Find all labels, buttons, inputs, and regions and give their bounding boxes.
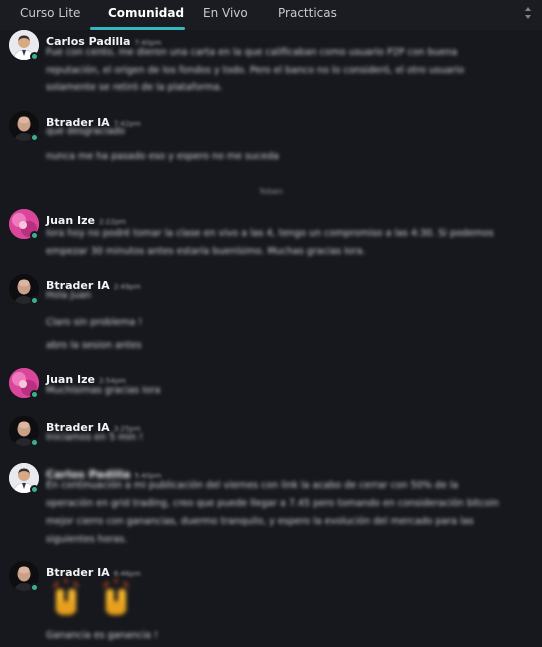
- online-status-dot: [30, 296, 39, 305]
- online-status-dot: [30, 485, 39, 494]
- message-text: siguientes horas.: [46, 534, 128, 545]
- message-time: 6:46pm: [113, 570, 141, 578]
- message-text: empezar 30 minutos antes estaría buenísi…: [46, 246, 366, 257]
- message-text: Iora hoy no podré tomar la clase en vivo…: [46, 228, 494, 239]
- message-text: solamente se retiró de la plataforma.: [46, 82, 223, 93]
- message-text: abro la sesion antes: [46, 340, 142, 351]
- online-status-dot: [30, 231, 39, 240]
- message-text: que desgraciado: [46, 126, 126, 137]
- online-status-dot: [30, 52, 39, 61]
- message-text: mejor cierro con ganancias, duermo tranq…: [46, 516, 474, 527]
- raising-hands-emoji-icon: [53, 579, 129, 615]
- message-text: Hola Juan: [46, 290, 92, 301]
- tab-practticas[interactable]: Practticas: [278, 6, 337, 20]
- message-header: Btrader IA 6:46pm: [46, 561, 141, 580]
- message-text: Iniciamos en 5 min !: [46, 432, 143, 443]
- online-status-dot: [30, 133, 39, 142]
- tab-comunidad[interactable]: Comunidad: [108, 6, 184, 20]
- message-text: Muchísimas gracias Iora: [46, 385, 161, 396]
- scroll-arrows-icon[interactable]: [523, 5, 533, 21]
- message-text: Claro sin problema !: [46, 317, 143, 328]
- date-divider: Yoben: [259, 187, 283, 196]
- message-text: Ganancia es ganancia !: [46, 630, 158, 641]
- message-text: reputación, el origen de los fondos y to…: [46, 65, 465, 76]
- chat-feed[interactable]: Carlos Padilla 7:40pm Fue con cento, me d…: [0, 30, 542, 647]
- online-status-dot: [30, 390, 39, 399]
- tab-en-vivo[interactable]: En Vivo: [203, 6, 248, 20]
- tab-bar: Curso Lite Comunidad En Vivo Practticas: [0, 0, 542, 30]
- tab-curso-lite[interactable]: Curso Lite: [20, 6, 80, 20]
- message-text: Fue con cento, me dieron una carta en la…: [46, 47, 458, 58]
- online-status-dot: [30, 438, 39, 447]
- message-text: operación en grid trading, creo que pued…: [46, 498, 499, 509]
- message-text: nunca me ha pasado eso y espero no me su…: [46, 151, 279, 162]
- online-status-dot: [30, 583, 39, 592]
- message-text: En continuación a mi publicación del vie…: [46, 480, 459, 491]
- message-author[interactable]: Btrader IA: [46, 566, 110, 579]
